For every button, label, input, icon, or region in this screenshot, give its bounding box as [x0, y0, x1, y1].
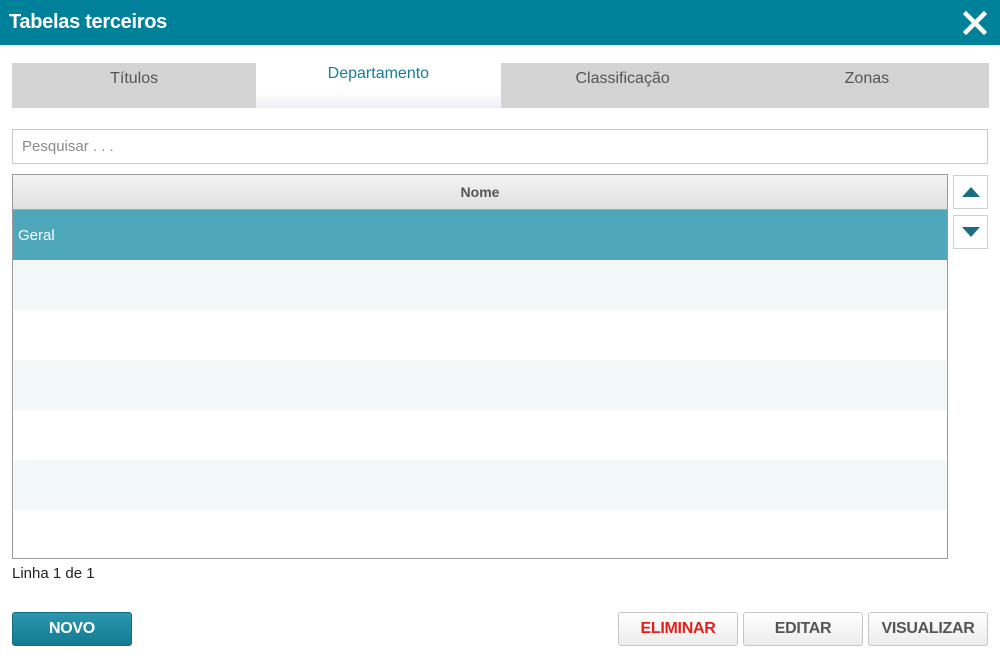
- table-row[interactable]: Geral: [13, 210, 947, 260]
- search-input[interactable]: [12, 129, 988, 164]
- data-grid: Nome Geral: [12, 174, 948, 559]
- close-icon[interactable]: [962, 10, 988, 36]
- row-status: Linha 1 de 1: [12, 565, 95, 582]
- tab-titulos[interactable]: Títulos: [12, 63, 257, 108]
- move-up-button[interactable]: [953, 175, 988, 209]
- eliminar-button[interactable]: ELIMINAR: [618, 612, 738, 646]
- visualizar-button[interactable]: VISUALIZAR: [868, 612, 988, 646]
- novo-button[interactable]: NOVO: [12, 612, 132, 646]
- empty-row: [13, 360, 947, 410]
- move-down-button[interactable]: [953, 215, 988, 249]
- empty-row: [13, 260, 947, 310]
- tab-departamento[interactable]: Departamento: [256, 58, 501, 108]
- empty-row: [13, 410, 947, 460]
- empty-row: [13, 310, 947, 360]
- window-titlebar: Tabelas terceiros: [0, 0, 1000, 45]
- empty-row: [13, 460, 947, 510]
- triangle-down-icon: [961, 227, 980, 237]
- tab-classificacao[interactable]: Classificação: [500, 63, 745, 108]
- triangle-up-icon: [961, 187, 980, 197]
- empty-row: [13, 510, 947, 558]
- column-header-nome[interactable]: Nome: [13, 175, 947, 210]
- window-title: Tabelas terceiros: [9, 11, 167, 33]
- tab-zonas[interactable]: Zonas: [744, 63, 989, 108]
- editar-button[interactable]: EDITAR: [743, 612, 863, 646]
- cell-nome: Geral: [18, 226, 55, 244]
- tab-bar: Títulos Departamento Classificação Zonas: [12, 58, 989, 108]
